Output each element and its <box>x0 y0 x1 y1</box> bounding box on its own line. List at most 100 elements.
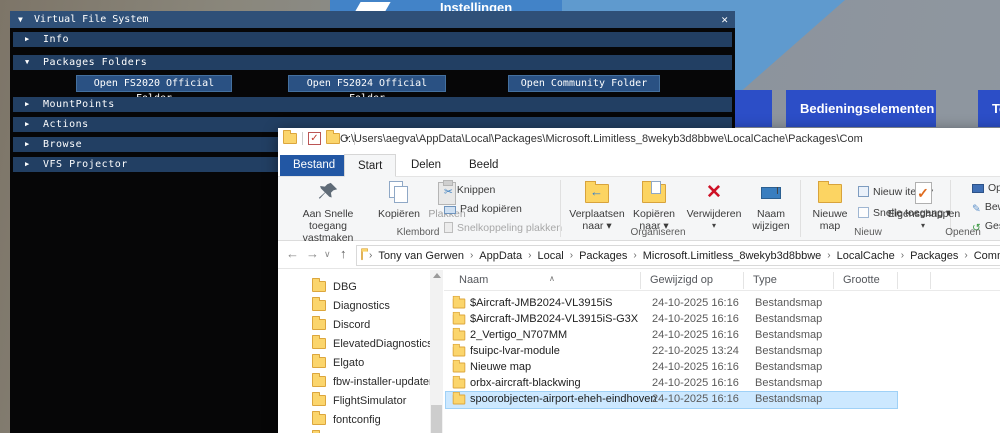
properties-button[interactable]: ✓ Eigenschappen ▾ <box>884 180 962 232</box>
new-folder-icon <box>818 184 842 203</box>
back-arrow-icon[interactable]: ← <box>286 246 299 261</box>
tree-item-label: DBG <box>333 281 357 293</box>
copy-to-button[interactable]: Kopiëren naar ▾ <box>628 180 680 232</box>
column-divider[interactable] <box>897 272 898 289</box>
file-modified: 24-10-2025 16:16 <box>652 297 739 309</box>
file-name: $Aircraft-JMB2024-VL3915iS-G3X <box>470 313 638 325</box>
file-modified: 24-10-2025 16:16 <box>652 393 739 405</box>
file-explorer-window: ✓ ▾ C:\Users\aegva\AppData\Local\Package… <box>278 128 1000 433</box>
column-header-grootte[interactable]: Grootte <box>843 274 880 286</box>
open-fs2024-official-folder-button[interactable]: Open FS2024 Official Folder <box>288 75 446 92</box>
folder-icon <box>453 379 466 389</box>
column-divider[interactable] <box>833 272 834 289</box>
tree-item[interactable]: Diagnostics <box>312 296 390 315</box>
vfs-section-packages-folders[interactable]: ▼ Packages Folders <box>13 55 732 70</box>
tree-item[interactable]: fontconfig <box>312 410 381 429</box>
tree-item[interactable]: Discord <box>312 315 370 334</box>
properties-quick-icon[interactable]: ✓ <box>308 132 321 145</box>
tree-item[interactable]: ElevatedDiagnostics <box>312 334 430 353</box>
copy-path-button[interactable]: Pad kopiëren <box>444 203 522 217</box>
tree-item[interactable]: Elgato <box>312 353 364 372</box>
open-fs2020-official-folder-button[interactable]: Open FS2020 Official Folder <box>76 75 232 92</box>
recent-locations-caret-icon[interactable]: ∨ <box>324 249 331 260</box>
file-name: spoorobjecten-airport-eheh-eindhoven <box>470 393 657 405</box>
breadcrumb-segment[interactable]: Packages <box>577 250 629 262</box>
open-community-folder-button[interactable]: Open Community Folder <box>508 75 660 92</box>
tab-start[interactable]: Start <box>344 154 396 177</box>
column-divider[interactable] <box>743 272 744 289</box>
breadcrumb-segment[interactable]: Local <box>535 250 565 262</box>
breadcrumb-separator: › <box>524 250 535 261</box>
cut-button[interactable]: ✂Knippen <box>444 184 495 198</box>
file-row[interactable]: orbx-aircraft-blackwing24-10-2025 16:16B… <box>446 376 897 392</box>
settings-menu-button-controls[interactable]: Bedieningselementen <box>786 90 936 127</box>
delete-x-icon: ✕ <box>706 183 722 203</box>
forward-arrow-icon[interactable]: → <box>306 246 319 261</box>
breadcrumb-segment[interactable]: Community <box>972 250 1000 262</box>
breadcrumb-segment[interactable]: AppData <box>477 250 524 262</box>
address-breadcrumb-bar[interactable]: › Tony van Gerwen › AppData › Local › Pa… <box>356 245 1000 266</box>
explorer-titlebar[interactable]: ✓ ▾ C:\Users\aegva\AppData\Local\Package… <box>278 128 1000 152</box>
column-header-type[interactable]: Type <box>753 274 777 286</box>
column-header-gewijzigd-op[interactable]: Gewijzigd op <box>650 274 713 286</box>
breadcrumb-segment[interactable]: LocalCache <box>835 250 897 262</box>
tree-item[interactable]: FlightSimulator <box>312 391 406 410</box>
column-divider[interactable] <box>640 272 641 289</box>
file-type: Bestandsmap <box>755 345 822 357</box>
column-header-naam[interactable]: Naam <box>459 274 488 286</box>
copy-button[interactable]: Kopiëren <box>374 180 424 220</box>
file-name: fsuipc-lvar-module <box>470 345 560 357</box>
vfs-section-mountpoints[interactable]: ▶ MountPoints <box>13 97 732 112</box>
tree-item[interactable]: Google <box>312 429 368 433</box>
pencil-icon: ✎ <box>972 203 981 215</box>
group-label-openen: Openen <box>923 227 1000 238</box>
breadcrumb-segment[interactable]: Packages <box>908 250 960 262</box>
move-to-button[interactable]: ← Verplaatsen naar ▾ <box>566 180 628 232</box>
close-icon[interactable]: ✕ <box>721 11 728 28</box>
divider <box>302 132 303 145</box>
file-row[interactable]: Nieuwe map24-10-2025 16:16Bestandsmap <box>446 360 897 376</box>
scrollbar-thumb[interactable] <box>431 405 442 433</box>
button-label: Openen <box>988 182 1000 194</box>
pin-to-quick-access-button[interactable]: Aan Snelle toegang vastmaken <box>283 180 373 244</box>
section-label: MountPoints <box>43 97 115 112</box>
settings-menu-button-accessibility[interactable]: Toe <box>978 90 1000 127</box>
tab-bestand[interactable]: Bestand <box>280 155 348 176</box>
tab-delen[interactable]: Delen <box>398 154 454 177</box>
collapsed-triangle-icon: ▶ <box>25 97 29 112</box>
up-arrow-icon[interactable]: ↑ <box>340 246 347 261</box>
open-button[interactable]: Openen <box>972 182 1000 196</box>
breadcrumb-segment[interactable]: Tony van Gerwen <box>376 250 466 262</box>
tree-item-label: fbw-installer-updater <box>333 376 430 388</box>
tree-item[interactable]: DBG <box>312 277 357 296</box>
new-folder-quick-icon[interactable] <box>326 133 340 144</box>
new-folder-button[interactable]: Nieuwe map <box>806 180 854 232</box>
column-divider[interactable] <box>930 272 931 289</box>
breadcrumb-separator: › <box>960 250 971 261</box>
section-label: Info <box>43 32 69 47</box>
tree-item[interactable]: fbw-installer-updater <box>312 372 430 391</box>
vfs-section-info[interactable]: ▶ Info <box>13 32 732 47</box>
rename-button[interactable]: I Naam wijzigen <box>746 180 796 232</box>
breadcrumb-separator: › <box>823 250 834 261</box>
rename-icon: I <box>761 187 781 199</box>
file-name: 2_Vertigo_N707MM <box>470 329 567 341</box>
delete-button[interactable]: ✕ Verwijderen ▾ <box>682 180 746 232</box>
settings-menu-button-partial[interactable] <box>735 90 772 127</box>
breadcrumb-separator: › <box>897 250 908 261</box>
tree-item-label: Elgato <box>333 357 364 369</box>
expand-triangle-icon: ▼ <box>18 11 23 28</box>
tab-beeld[interactable]: Beeld <box>456 154 511 177</box>
vfs-titlebar[interactable]: ▼ Virtual File System ✕ <box>10 11 735 28</box>
file-row-selected[interactable]: spoorobjecten-airport-eheh-eindhoven24-1… <box>446 392 897 408</box>
edit-button[interactable]: ✎Bewerken <box>972 201 1000 215</box>
new-item-icon <box>858 186 869 200</box>
file-row[interactable]: $Aircraft-JMB2024-VL3915iS-G3X24-10-2025… <box>446 312 897 328</box>
breadcrumb-segment[interactable]: Microsoft.Limitless_8wekyb3d8bbwe <box>641 250 824 262</box>
scroll-up-arrow-icon[interactable] <box>433 273 441 278</box>
file-row[interactable]: 2_Vertigo_N707MM24-10-2025 16:16Bestands… <box>446 328 897 344</box>
ribbon: Aan Snelle toegang vastmaken Kopiëren Pl… <box>278 177 1000 241</box>
file-row[interactable]: fsuipc-lvar-module22-10-2025 13:24Bestan… <box>446 344 897 360</box>
file-row[interactable]: $Aircraft-JMB2024-VL3915iS24-10-2025 16:… <box>446 296 897 312</box>
tree-scrollbar[interactable] <box>430 270 443 433</box>
